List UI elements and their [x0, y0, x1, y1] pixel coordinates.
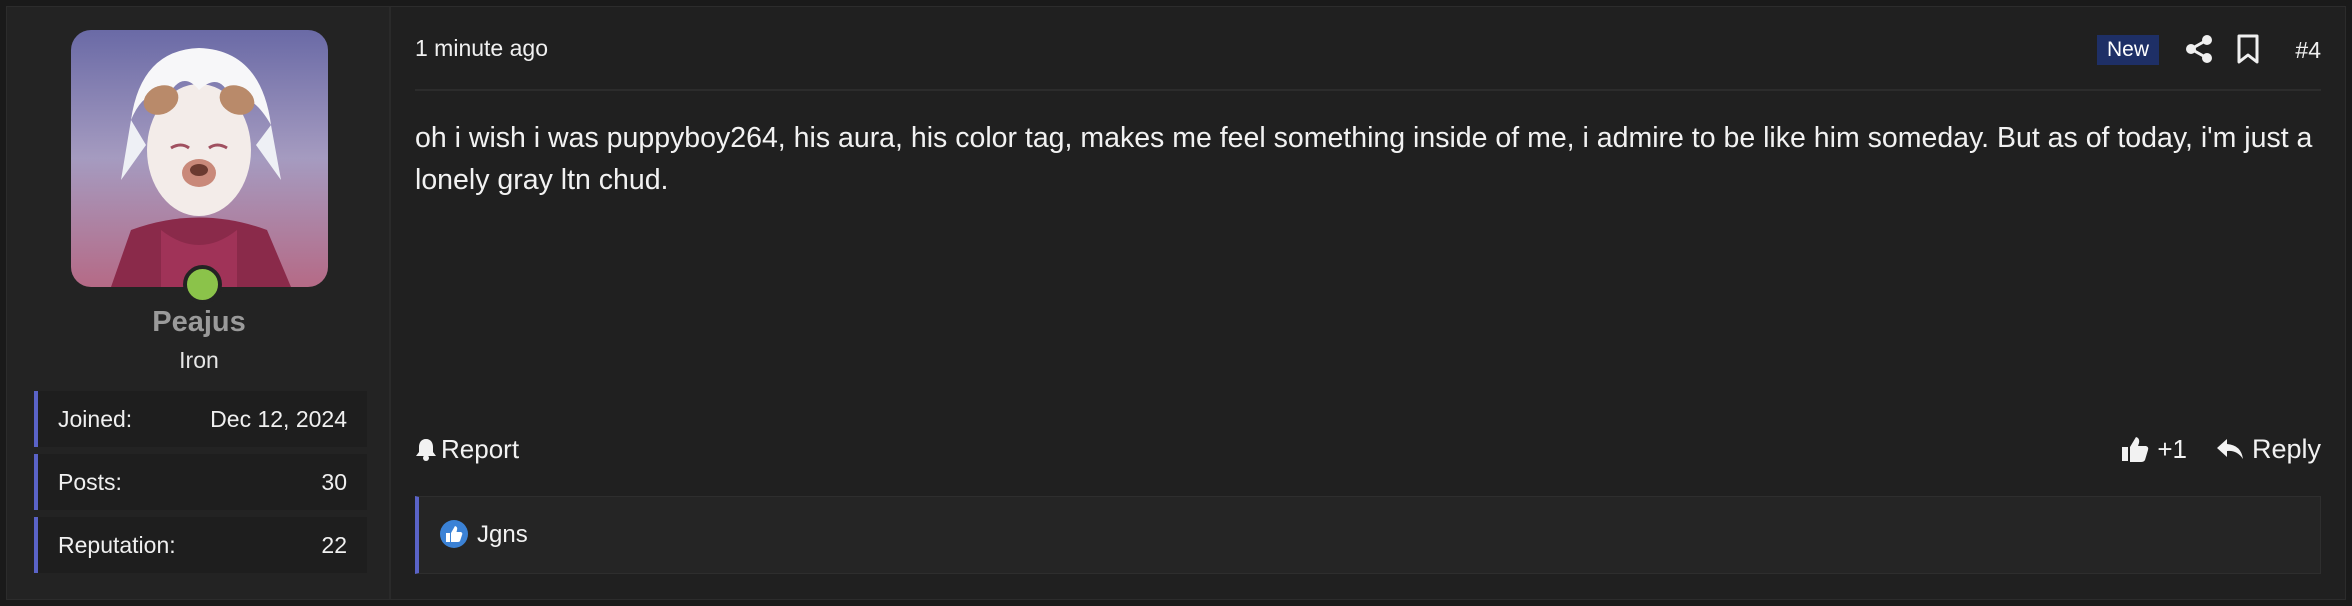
post-header: 1 minute ago New #4 [415, 7, 2321, 91]
author-sidebar: Peajus Iron Joined: Dec 12, 2024 Posts: … [7, 7, 391, 599]
report-button[interactable]: Report [415, 429, 519, 469]
thumbs-up-icon [439, 519, 469, 549]
stat-posts: Posts: 30 [34, 454, 367, 510]
stat-label: Joined: [58, 406, 133, 432]
reactions-bar: Jgns [415, 496, 2321, 574]
reply-icon [2216, 439, 2243, 459]
online-status-indicator [183, 265, 222, 304]
bell-icon [416, 439, 436, 461]
new-badge: New [2096, 35, 2159, 65]
bookmark-icon[interactable] [2235, 34, 2261, 64]
stat-reputation: Reputation: 22 [34, 517, 367, 573]
like-button[interactable]: +1 [2121, 429, 2187, 469]
forum-post: Peajus Iron Joined: Dec 12, 2024 Posts: … [6, 6, 2346, 600]
post-number[interactable]: #4 [2295, 37, 2321, 64]
avatar-container [71, 30, 328, 304]
reaction-user[interactable]: Jgns [477, 521, 528, 549]
stat-value: 30 [321, 469, 347, 495]
username[interactable]: Peajus [7, 306, 391, 339]
stat-label: Posts: [58, 469, 122, 495]
avatar[interactable] [71, 30, 328, 287]
share-icon[interactable] [2185, 34, 2213, 64]
like-label: +1 [2157, 433, 2187, 464]
thumbs-up-icon [2122, 437, 2149, 462]
report-label: Report [441, 433, 520, 464]
stat-value: 22 [321, 532, 347, 558]
stat-label: Reputation: [58, 532, 176, 558]
post-content: 1 minute ago New #4 oh i wish i was pupp… [391, 7, 2345, 599]
post-timestamp[interactable]: 1 minute ago [415, 35, 548, 62]
reply-button[interactable]: Reply [2216, 429, 2321, 469]
post-message: oh i wish i was puppyboy264, his aura, h… [415, 122, 2313, 196]
user-rank: Iron [179, 347, 219, 373]
reply-label: Reply [2251, 433, 2321, 464]
stat-joined: Joined: Dec 12, 2024 [34, 391, 367, 447]
stat-value: Dec 12, 2024 [210, 406, 347, 432]
